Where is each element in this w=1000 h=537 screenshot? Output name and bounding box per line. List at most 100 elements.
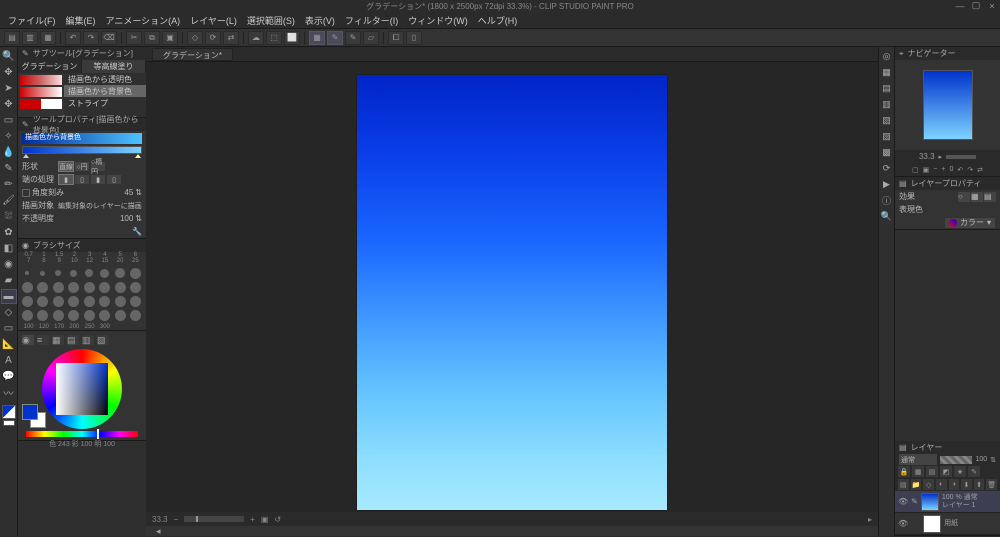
material4-icon[interactable]: ▧ bbox=[880, 113, 894, 127]
search-icon[interactable]: 🔍 bbox=[880, 209, 894, 223]
history-icon[interactable]: ⟳ bbox=[880, 161, 894, 175]
tb-copy[interactable]: ⧉ bbox=[144, 31, 160, 45]
expression-dropdown[interactable]: カラー ▾ bbox=[944, 217, 996, 229]
menu-help[interactable]: ヘルプ(H) bbox=[474, 13, 522, 28]
color-tab-intermediate[interactable]: ▤ bbox=[67, 335, 79, 345]
brush-dot[interactable] bbox=[52, 281, 64, 293]
menu-edit[interactable]: 編集(E) bbox=[62, 13, 100, 28]
brush-dot[interactable] bbox=[99, 281, 111, 293]
navigator-header[interactable]: ⌖ ナビゲーター bbox=[895, 47, 1000, 60]
hue-bar[interactable] bbox=[26, 431, 138, 437]
edge-opt3[interactable]: ▮ bbox=[90, 174, 106, 185]
visibility-icon[interactable]: 👁 bbox=[898, 497, 908, 506]
subtool-item-fg-bg[interactable]: 描画色から背景色 bbox=[64, 85, 146, 97]
angle-checkbox[interactable] bbox=[22, 189, 30, 197]
new-vector-icon[interactable]: ◇ bbox=[923, 479, 934, 490]
hue-slider[interactable] bbox=[97, 429, 99, 439]
tool-eraser[interactable]: ◧ bbox=[1, 241, 17, 256]
opacity-stepper[interactable]: ⇅ bbox=[135, 214, 142, 223]
gradient-stop-bar[interactable] bbox=[22, 146, 142, 154]
brush-dot[interactable] bbox=[130, 267, 142, 279]
nav-zoom-out-icon[interactable]: ▸ bbox=[939, 153, 943, 161]
tb-assist[interactable]: ⧠ bbox=[388, 31, 404, 45]
tb-new[interactable]: ▤ bbox=[4, 31, 20, 45]
color-tab-set[interactable]: ▦ bbox=[52, 335, 64, 345]
nav-fit-icon[interactable]: ▢ bbox=[912, 166, 919, 174]
nav-zoomin-icon[interactable]: + bbox=[941, 166, 945, 173]
brush-dot[interactable] bbox=[37, 267, 49, 279]
menu-selection[interactable]: 選択範囲(S) bbox=[243, 13, 299, 28]
tb-cloud[interactable]: ☁ bbox=[248, 31, 264, 45]
foreground-background-swatch[interactable] bbox=[2, 405, 16, 419]
nav-rotright-icon[interactable]: ↷ bbox=[967, 166, 973, 174]
tb-snap-ruler[interactable]: ✎ bbox=[327, 31, 343, 45]
tb-save[interactable]: ▦ bbox=[40, 31, 56, 45]
shape-circle[interactable]: ○円 bbox=[74, 161, 90, 172]
menu-file[interactable]: ファイル(F) bbox=[4, 13, 60, 28]
gradient-preview[interactable]: 描画色から背景色 bbox=[22, 133, 142, 144]
brush-dot[interactable] bbox=[99, 309, 111, 321]
tool-deco[interactable]: ✿ bbox=[1, 225, 17, 240]
brush-dot[interactable] bbox=[130, 309, 142, 321]
nav-zoom-value[interactable]: 33.3 bbox=[919, 152, 935, 161]
delete-layer-icon[interactable]: 🗑 bbox=[986, 479, 997, 490]
gradient-stop-end[interactable] bbox=[135, 154, 141, 158]
tool-pencil[interactable]: ✏ bbox=[1, 177, 17, 192]
tb-3d[interactable]: ⬚ bbox=[266, 31, 282, 45]
fg-bg-colors[interactable] bbox=[22, 404, 46, 428]
edge-opt4[interactable]: ▯ bbox=[106, 174, 122, 185]
tb-paste[interactable]: ▣ bbox=[162, 31, 178, 45]
brush-dot[interactable] bbox=[130, 281, 142, 293]
settings-icon[interactable]: 🔧 bbox=[132, 227, 142, 236]
brush-dot[interactable] bbox=[21, 267, 33, 279]
brush-dot[interactable] bbox=[52, 309, 64, 321]
color-tab-wheel[interactable]: ◉ bbox=[22, 335, 34, 345]
navigator-preview[interactable] bbox=[895, 60, 1000, 150]
brush-dot[interactable] bbox=[114, 267, 126, 279]
merge-icon[interactable]: ⬇ bbox=[961, 479, 972, 490]
tool-blend[interactable]: ◉ bbox=[1, 257, 17, 272]
opacity-slider[interactable] bbox=[940, 456, 972, 464]
tool-move[interactable]: ✥ bbox=[1, 65, 17, 80]
nav-zoomout-icon[interactable]: − bbox=[933, 166, 937, 173]
menu-filter[interactable]: フィルター(I) bbox=[341, 13, 402, 28]
blend-mode-select[interactable]: 通常 bbox=[899, 454, 937, 465]
brush-dot[interactable] bbox=[130, 295, 142, 307]
material-icon[interactable]: ▦ bbox=[880, 65, 894, 79]
tb-open[interactable]: ▥ bbox=[22, 31, 38, 45]
brush-dot[interactable] bbox=[83, 295, 95, 307]
tool-zoom[interactable]: 🔍 bbox=[1, 49, 17, 64]
menu-view[interactable]: 表示(V) bbox=[301, 13, 339, 28]
tb-cut[interactable]: ✂ bbox=[126, 31, 142, 45]
brush-dot[interactable] bbox=[68, 267, 80, 279]
tool-correct[interactable]: 〰 bbox=[1, 385, 17, 400]
effect-tone-icon[interactable]: ▦ bbox=[971, 192, 983, 202]
horizontal-scrollbar[interactable]: ◂ bbox=[146, 526, 878, 536]
brush-dot[interactable] bbox=[114, 281, 126, 293]
scroll-right-icon[interactable]: ▸ bbox=[868, 515, 872, 524]
layer-row-paper[interactable]: 👁 用紙 bbox=[895, 513, 1000, 535]
zoom-in-icon[interactable]: + bbox=[250, 515, 255, 524]
nav-angle-value[interactable]: 0 bbox=[949, 166, 953, 173]
tool-fill[interactable]: ▰ bbox=[1, 273, 17, 288]
tb-rotate[interactable]: ⟳ bbox=[205, 31, 221, 45]
edge-opt1[interactable]: ▮ bbox=[58, 174, 74, 185]
layer-opacity-value[interactable]: 100 bbox=[975, 456, 987, 463]
brush-dot[interactable] bbox=[37, 281, 49, 293]
color-tab-history[interactable]: ▧ bbox=[97, 335, 109, 345]
lock-pixel-icon[interactable]: ▦ bbox=[912, 466, 924, 477]
scroll-left-icon[interactable]: ◂ bbox=[156, 526, 161, 537]
brush-dot[interactable] bbox=[83, 309, 95, 321]
target-value[interactable]: 編集対象のレイヤーに描画 bbox=[58, 201, 142, 211]
angle-stepper[interactable]: ⇅ bbox=[135, 188, 142, 197]
tool-figure[interactable]: ◇ bbox=[1, 305, 17, 320]
nav-100-icon[interactable]: ▣ bbox=[923, 166, 930, 174]
angle-value[interactable]: 45 bbox=[124, 188, 133, 197]
color-tab-approx[interactable]: ▥ bbox=[82, 335, 94, 345]
color-tab-slider[interactable]: ≡ bbox=[37, 335, 49, 345]
brush-dot[interactable] bbox=[99, 295, 111, 307]
layer-row-1[interactable]: 👁 ✎ 100 % 通常 レイヤー 1 bbox=[895, 491, 1000, 513]
edge-opt2[interactable]: ▯ bbox=[74, 174, 90, 185]
tool-text[interactable]: A bbox=[1, 353, 17, 368]
material6-icon[interactable]: ▩ bbox=[880, 145, 894, 159]
